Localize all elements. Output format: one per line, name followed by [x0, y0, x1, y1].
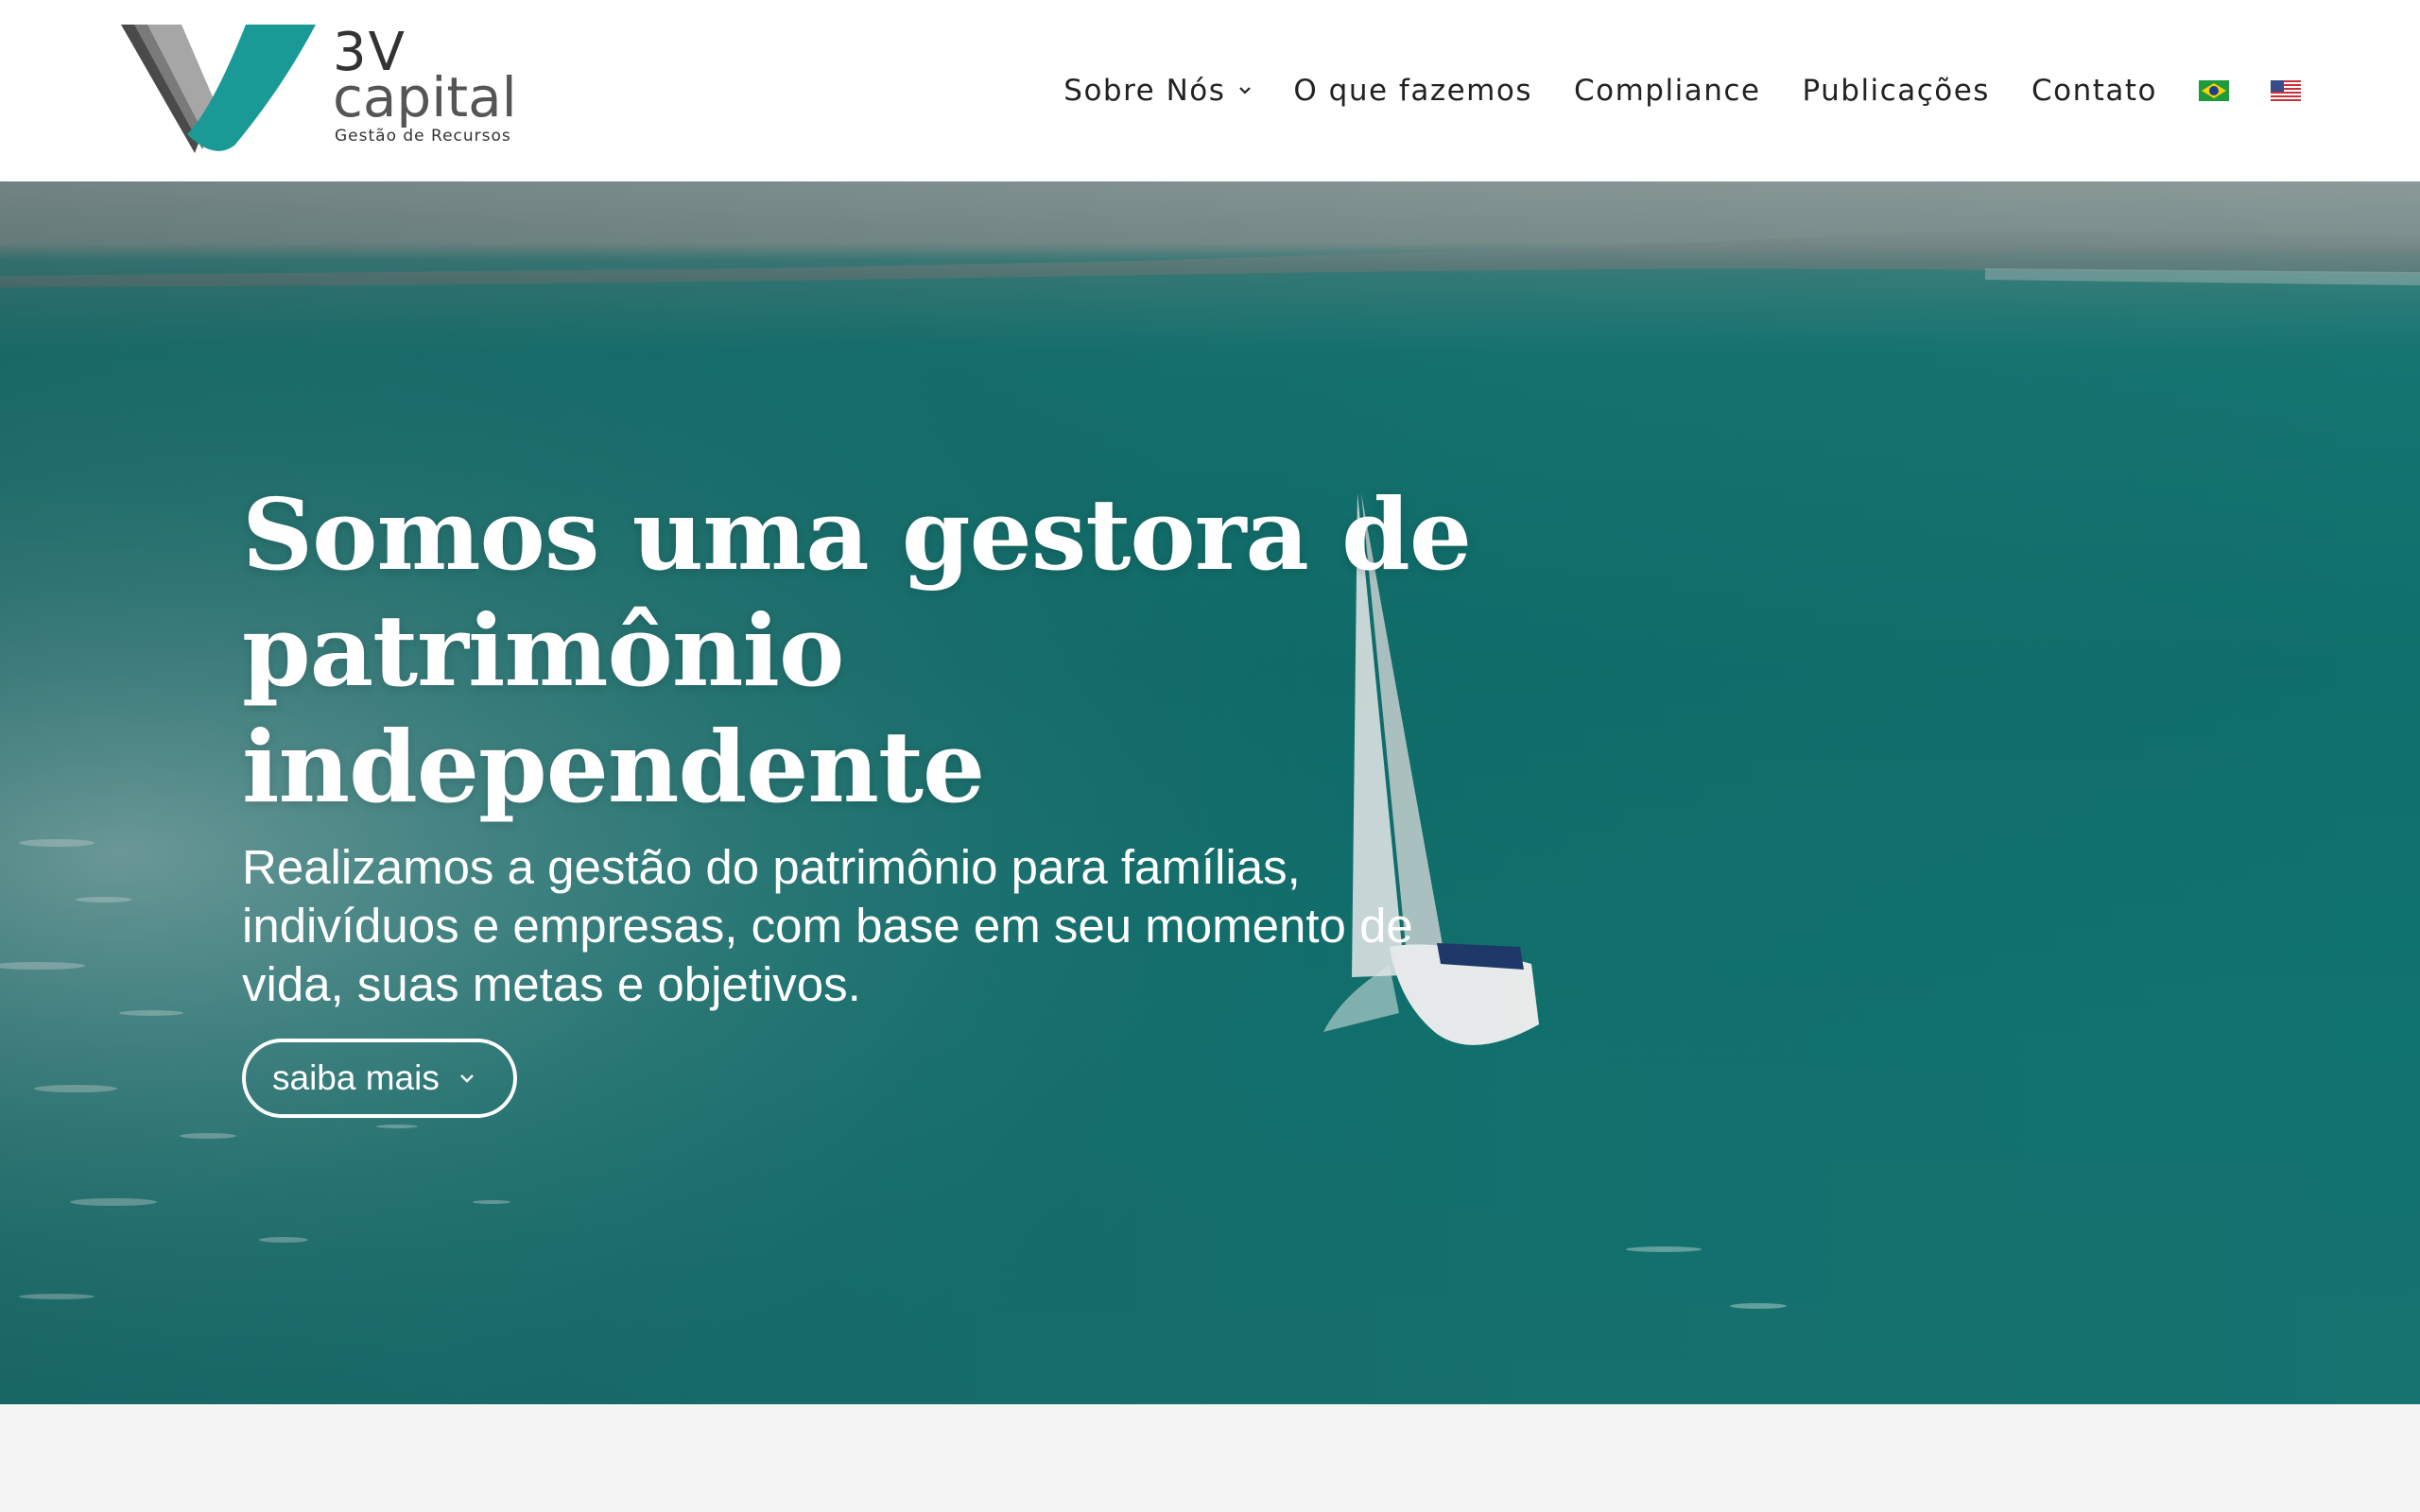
chevron-down-icon [1239, 87, 1252, 94]
hero-section: Somos uma gestora de patrimônio independ… [0, 181, 2420, 1404]
site-header: 3V capital Gestão de Recursos Sobre Nós … [0, 0, 2420, 181]
hero-title: Somos uma gestora de patrimônio independ… [242, 476, 1472, 825]
saiba-mais-button[interactable]: saiba mais [242, 1039, 517, 1118]
nav-item-contato[interactable]: Contato [2031, 74, 2157, 108]
logo-capital-text: capital [333, 65, 517, 129]
nav-item-o-que-fazemos[interactable]: O que fazemos [1293, 74, 1532, 108]
hero-content: Somos uma gestora de patrimônio independ… [242, 476, 1472, 1118]
saiba-mais-label: saiba mais [272, 1058, 440, 1097]
nav-item-sobre-nos[interactable]: Sobre Nós [1063, 74, 1252, 108]
hero-title-line: independente [242, 709, 985, 825]
hero-title-line: patrimônio [242, 593, 844, 709]
nav-item-compliance[interactable]: Compliance [1574, 74, 1760, 108]
logo-v-mark-icon [121, 25, 316, 153]
hero-title-line: Somos uma gestora de [242, 476, 1472, 593]
chevron-down-icon [460, 1074, 474, 1083]
company-logo[interactable]: 3V capital Gestão de Recursos [121, 23, 518, 157]
us-flag-icon[interactable] [2271, 80, 2301, 101]
brazil-flag-icon[interactable] [2199, 80, 2229, 101]
logo-tagline: Gestão de Recursos [335, 127, 511, 146]
nav-item-publicacoes[interactable]: Publicações [1802, 74, 1989, 108]
next-section-band [0, 1404, 2420, 1512]
main-nav: Sobre Nós O que fazemos Compliance Publi… [1063, 68, 2301, 113]
nav-item-label: Sobre Nós [1063, 74, 1226, 108]
hero-subtitle: Realizamos a gestão do patrimônio para f… [242, 840, 1413, 1011]
